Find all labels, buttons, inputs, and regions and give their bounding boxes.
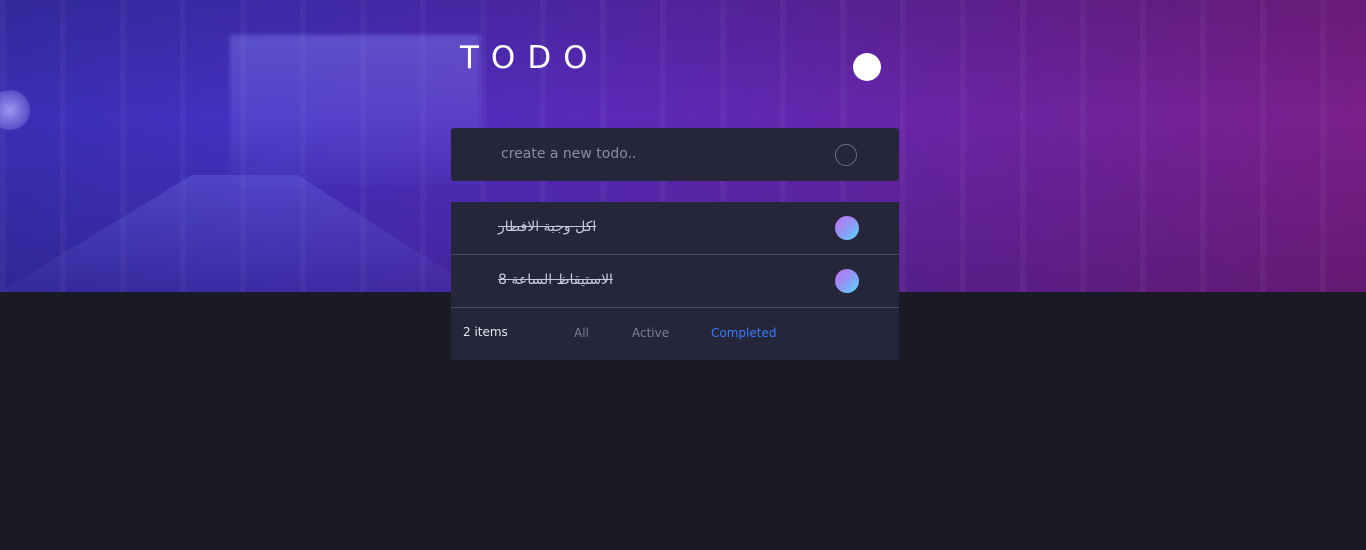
new-todo-card <box>451 128 899 181</box>
todo-text: الاستيقاظ الساعة 8 <box>498 272 613 288</box>
check-circle-icon[interactable] <box>835 216 859 240</box>
todo-list: اكل وجبة الافطار الاستيقاظ الساعة 8 2 it… <box>451 202 899 360</box>
items-count: 2 items <box>463 325 508 339</box>
filter-completed[interactable]: Completed <box>711 326 776 340</box>
list-footer: 2 items All Active Completed <box>451 308 899 360</box>
todo-text: اكل وجبة الافطار <box>498 219 597 235</box>
add-circle-icon[interactable] <box>835 144 857 166</box>
todo-item[interactable]: الاستيقاظ الساعة 8 <box>451 255 899 308</box>
filter-all[interactable]: All <box>574 326 589 340</box>
check-circle-icon[interactable] <box>835 269 859 293</box>
theme-toggle-icon[interactable] <box>853 53 881 81</box>
corridor-shape <box>230 35 480 185</box>
light-glow <box>0 90 30 130</box>
todo-item[interactable]: اكل وجبة الافطار <box>451 202 899 255</box>
floor-shape <box>0 175 480 292</box>
filter-active[interactable]: Active <box>632 326 669 340</box>
new-todo-input[interactable] <box>501 143 821 165</box>
app-title: TODO <box>460 40 600 76</box>
